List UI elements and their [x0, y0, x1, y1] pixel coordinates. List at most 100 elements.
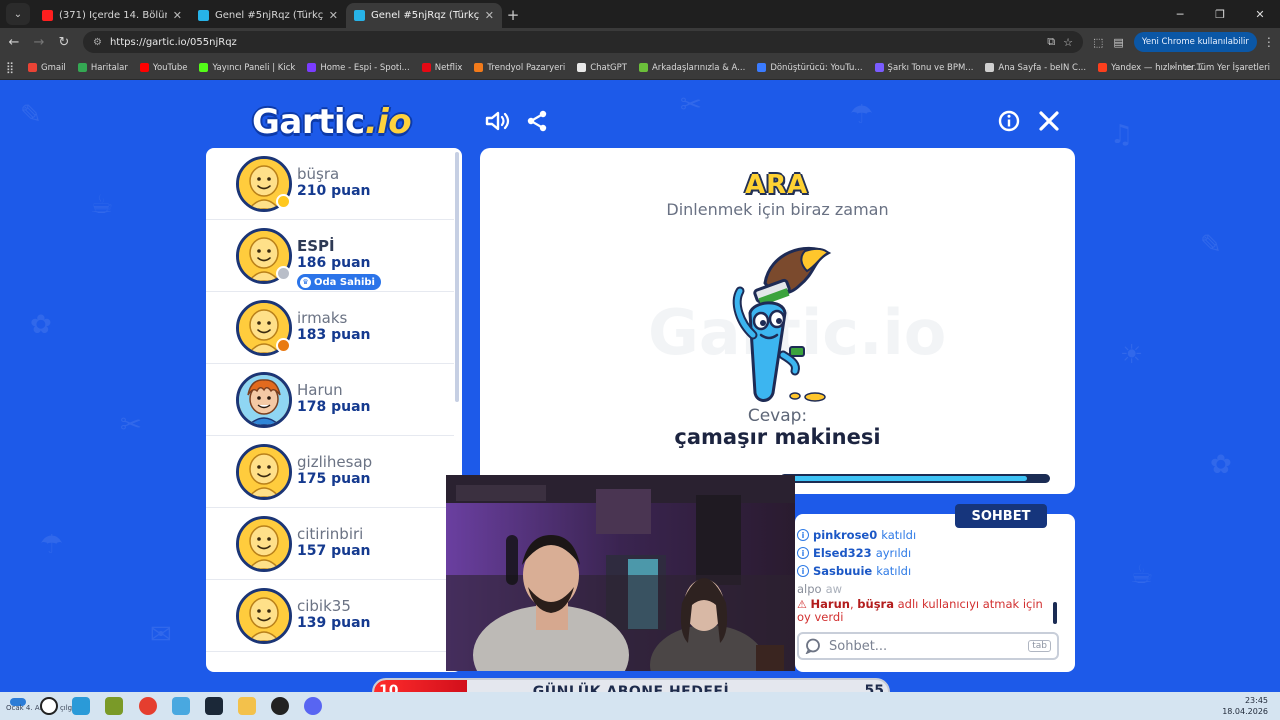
bookmark-item[interactable]: Dönüştürücü: YouTu... [757, 63, 863, 73]
restore-icon[interactable]: ❐ [1200, 0, 1240, 28]
chrome-icon[interactable] [139, 697, 157, 715]
bookmark-item[interactable]: Yayıncı Paneli | Kick [199, 63, 295, 73]
player-name: citirinbiri [297, 525, 364, 543]
bookmark-item[interactable]: Gmail [28, 63, 66, 73]
doodle-icon: ☕ [90, 190, 114, 220]
bookmark-item[interactable]: Şarkı Tonu ve BPM... [874, 63, 973, 73]
bookmark-favicon-icon [474, 63, 484, 72]
file-explorer-icon[interactable] [238, 697, 256, 715]
player-row[interactable]: büşra 210 puan [206, 148, 454, 220]
reload-icon[interactable]: ↻ [53, 31, 75, 53]
url-field[interactable]: ⚙ https://gartic.io/055njRqz ⧉ ☆ [83, 31, 1083, 53]
bookmark-star-icon[interactable]: ☆ [1063, 36, 1073, 49]
chat-action: katıldı [876, 564, 912, 578]
players-scrollbar[interactable] [455, 152, 459, 402]
tab-chat[interactable]: SOHBET [955, 504, 1047, 528]
bookmark-item[interactable]: YouTube [139, 63, 187, 73]
player-name: büşra [297, 165, 340, 183]
tab-key-hint: tab [1028, 640, 1051, 652]
bookmark-item[interactable]: Netflix [421, 63, 462, 73]
players-list[interactable]: büşra 210 puan ESPİ 186 puan ♛ Oda Sahibi ir… [206, 148, 462, 672]
player-row[interactable]: irmaks 183 puan [206, 292, 454, 364]
answer-value: çamaşır makinesi [674, 425, 881, 449]
room-owner-label: Oda Sahibi [314, 276, 375, 288]
tab-close-icon[interactable]: ✕ [173, 9, 182, 22]
subscriber-goal-bar: GÜNLÜK ABONE HEDEFİ 10 55 [372, 678, 890, 692]
chat-scrollbar[interactable] [1053, 602, 1057, 624]
tab-close-icon[interactable]: ✕ [329, 9, 338, 22]
install-app-icon[interactable]: ⧉ [1047, 35, 1055, 49]
taskbar-clock[interactable]: 23:45 18.04.2026 [1222, 695, 1268, 717]
player-score: 139 puan [297, 615, 371, 631]
menu-kebab-icon[interactable]: ⋮ [1263, 35, 1275, 49]
doodle-icon: ☂ [40, 530, 64, 560]
extensions-icon[interactable]: ⬚ [1093, 36, 1103, 49]
bookmark-favicon-icon [28, 63, 37, 72]
site-info-icon[interactable]: ⚙ [93, 37, 102, 48]
trash-extension-icon[interactable]: ▤ [1113, 36, 1123, 49]
warning-target-user: büşra [857, 597, 894, 611]
doodle-icon: ☀ [1120, 340, 1144, 370]
info-icon[interactable] [996, 108, 1022, 134]
obs-icon[interactable] [271, 697, 289, 715]
bookmark-item[interactable]: ChatGPT [577, 63, 627, 73]
forward-icon[interactable]: → [28, 31, 50, 53]
info-icon: i [797, 565, 809, 577]
steam-icon[interactable] [205, 697, 223, 715]
player-row[interactable]: Harun 178 puan [206, 364, 454, 436]
clock-time: 23:45 [1244, 696, 1268, 705]
sound-icon[interactable] [484, 108, 510, 134]
app-icon[interactable] [172, 697, 190, 715]
vote-kick-message: ⚠ Harun, büşra adlı kullanıcıyı atmak iç… [797, 598, 1055, 624]
close-icon[interactable] [1036, 108, 1062, 134]
warning-user: Harun [810, 597, 850, 611]
close-window-icon[interactable]: ✕ [1240, 0, 1280, 28]
bookmark-label: Yayıncı Paneli | Kick [212, 62, 296, 73]
search-icon[interactable] [40, 697, 58, 715]
player-status-dot [276, 266, 291, 281]
bookmarks-overflow-icon[interactable]: » [1170, 62, 1176, 73]
share-icon[interactable] [524, 108, 550, 134]
bookmark-favicon-icon [139, 63, 149, 72]
chrome-update-button[interactable]: Yeni Chrome kullanılabilir [1133, 32, 1257, 52]
minimize-icon[interactable]: ─ [1160, 0, 1200, 28]
tab-favicon-icon [354, 10, 365, 21]
player-row[interactable]: cibik35 139 puan [206, 580, 454, 652]
edge-icon[interactable] [72, 697, 90, 715]
tab-search-icon[interactable]: ⌄ [6, 3, 30, 25]
doodle-icon: ✿ [1210, 450, 1232, 480]
new-tab-button[interactable]: + [502, 4, 524, 26]
browser-tab[interactable]: Genel #5njRqz (Türkçe) - Gartic ✕ [190, 3, 346, 28]
bookmark-item[interactable]: Arkadaşlarınızla & A... [638, 63, 745, 73]
app-icon[interactable] [105, 697, 123, 715]
bookmark-favicon-icon [77, 63, 87, 72]
avatar [236, 516, 292, 572]
player-row[interactable]: gizlihesap 175 puan [206, 436, 454, 508]
player-status-dot [276, 194, 291, 209]
discord-icon[interactable] [304, 697, 322, 715]
back-icon[interactable]: ← [3, 31, 25, 53]
bookmark-label: Ana Sayfa - beIN C... [998, 62, 1087, 73]
player-row[interactable]: ESPİ 186 puan ♛ Oda Sahibi [206, 220, 454, 292]
pencil-mascot-icon [732, 247, 832, 402]
tab-close-icon[interactable]: ✕ [485, 9, 494, 22]
player-score: 210 puan [297, 183, 371, 199]
clock-date: 18.04.2026 [1222, 707, 1268, 716]
gartic-page: ✎ ☕ ✿ ✂ ☂ ✉ ♫ ✎ ☀ ✿ ☕ ✂ ☂ Gartic.io büşr… [0, 80, 1280, 692]
doodle-icon: ✂ [120, 410, 142, 440]
chat-input[interactable]: Sohbet... tab [797, 632, 1059, 660]
tab-title: Genel #5njRqz (Türkçe) - Gartic [215, 10, 323, 21]
browser-tab[interactable]: Genel #5njRqz (Türkçe) - Gartic ✕ [346, 3, 502, 28]
all-bookmarks-button[interactable]: ▭ Tüm Yer İşaretleri [1185, 56, 1270, 80]
bookmark-item[interactable]: Ana Sayfa - beIN C... [985, 63, 1086, 73]
chat-user: Elsed323 [813, 546, 872, 560]
bookmark-item[interactable]: Trendyol Pazaryeri [474, 63, 565, 73]
player-row[interactable]: citirinbiri 157 puan [206, 508, 454, 580]
player-score: 183 puan [297, 327, 371, 343]
bookmark-item[interactable]: Haritalar [77, 63, 128, 73]
apps-grid-icon[interactable]: ⣿ [6, 61, 28, 74]
bookmark-item[interactable]: Home - Espi - Spoti... [307, 63, 410, 73]
bookmark-favicon-icon [874, 63, 884, 72]
browser-tab[interactable]: (371) İçerde 14. Bölüm (Full HD) ✕ [34, 3, 190, 28]
folder-icon: ▭ [1184, 63, 1193, 73]
